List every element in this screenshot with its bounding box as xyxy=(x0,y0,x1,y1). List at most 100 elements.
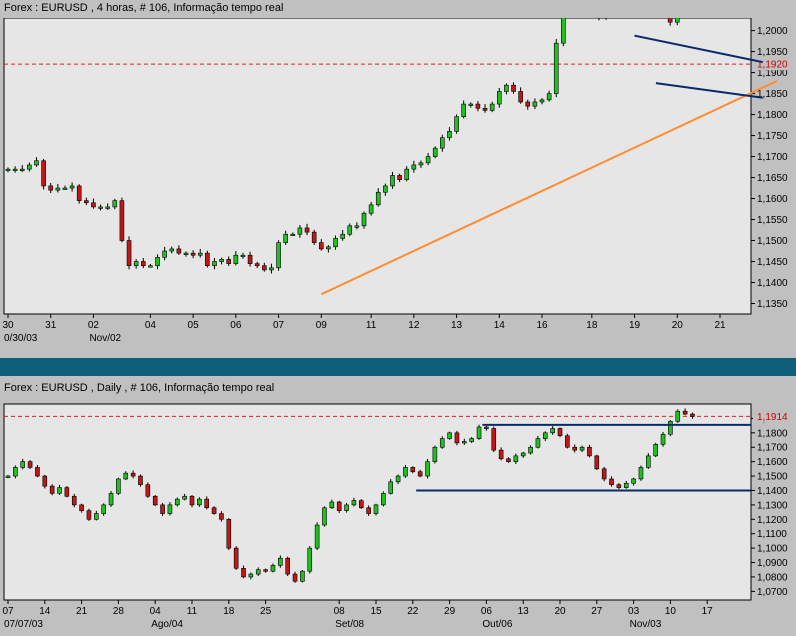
candle-down xyxy=(667,18,673,23)
candle-down xyxy=(76,185,82,201)
candle-up xyxy=(276,242,281,269)
candle-up xyxy=(447,432,452,439)
candle-up xyxy=(539,99,545,103)
candle-down xyxy=(42,475,48,487)
candle-down xyxy=(397,175,402,180)
candle-up xyxy=(212,261,217,267)
candle-up xyxy=(462,441,467,444)
x-tick-label: 21 xyxy=(714,320,726,331)
candle-up xyxy=(383,185,388,193)
candle-up xyxy=(347,225,353,235)
candle-up xyxy=(269,267,274,271)
candle-up xyxy=(197,252,203,256)
candle-up xyxy=(162,250,167,258)
bottom-chart-title: Forex : EURUSD , Daily , # 106, Informaç… xyxy=(4,382,275,394)
candle-up xyxy=(390,175,395,187)
x-tick-label: 28 xyxy=(113,606,125,617)
candle-up xyxy=(333,238,338,248)
x-tick-label: 08 xyxy=(334,606,346,617)
y-tick-label: 1,1300 xyxy=(757,500,788,511)
candle-up xyxy=(69,185,75,189)
candle-down xyxy=(71,495,77,506)
y-tick-label: 1,1700 xyxy=(757,152,788,163)
candle-up xyxy=(255,569,261,575)
x-tick-label: 25 xyxy=(260,606,272,617)
candle-down xyxy=(204,498,210,509)
candle-up xyxy=(579,446,585,451)
candle-down xyxy=(601,468,607,480)
candle-up xyxy=(219,259,224,262)
candle-up xyxy=(300,570,305,582)
y-tick-label: 1,1950 xyxy=(757,47,788,58)
y-tick-label: 1,1500 xyxy=(757,236,788,247)
candle-down xyxy=(86,510,92,520)
candle-down xyxy=(292,573,298,582)
candle-up xyxy=(520,452,526,457)
bottom-candlestick-chart[interactable]: 1,19001,18001,17001,16001,15001,14001,13… xyxy=(0,398,796,636)
candle-down xyxy=(616,484,622,488)
candle-up xyxy=(368,204,374,214)
candle-up xyxy=(344,504,349,511)
x-tick-label: 20 xyxy=(672,320,684,331)
candle-down xyxy=(35,467,40,477)
candle-up xyxy=(631,478,636,484)
candle-down xyxy=(176,248,182,254)
plot-area xyxy=(3,403,752,601)
candle-up xyxy=(283,233,288,243)
x-tick-label: 16 xyxy=(536,320,548,331)
candle-down xyxy=(484,426,489,429)
current-price-label: 1,1914 xyxy=(757,412,788,423)
candle-down xyxy=(247,254,253,264)
candle-down xyxy=(160,504,165,514)
x-tick-label: 29 xyxy=(444,606,456,617)
candle-up xyxy=(240,254,246,258)
top-candlestick-chart[interactable]: 1,20001,19501,19001,18501,18001,17501,17… xyxy=(0,18,796,358)
candle-up xyxy=(197,498,202,506)
x-tick-label: 06 xyxy=(481,606,493,617)
candle-up xyxy=(395,475,401,483)
candle-up xyxy=(403,467,408,477)
candle-down xyxy=(311,231,317,243)
x-date-label: Nov/02 xyxy=(89,333,121,344)
x-tick-label: 03 xyxy=(628,606,640,617)
candle-down xyxy=(475,103,481,109)
candle-up xyxy=(461,103,466,117)
candle-up xyxy=(354,225,360,228)
y-tick-label: 1,1400 xyxy=(757,486,788,497)
candle-up xyxy=(297,227,303,235)
candle-up xyxy=(668,420,673,435)
x-tick-label: 07 xyxy=(2,606,14,617)
x-tick-label: 04 xyxy=(145,320,157,331)
panel-separator[interactable] xyxy=(0,358,796,376)
candle-down xyxy=(48,185,54,191)
candle-up xyxy=(373,504,379,514)
candle-up xyxy=(169,248,175,252)
candle-down xyxy=(140,261,146,267)
y-tick-label: 1,1650 xyxy=(757,173,788,184)
x-tick-label: 04 xyxy=(150,606,162,617)
candle-up xyxy=(27,164,32,170)
x-date-label: Set/08 xyxy=(335,619,364,630)
candle-down xyxy=(482,107,488,111)
candle-up xyxy=(439,438,445,448)
candle-up xyxy=(233,254,239,264)
candle-down xyxy=(565,435,570,448)
y-tick-label: 1,0700 xyxy=(757,587,788,598)
y-tick-label: 1,1600 xyxy=(757,194,788,205)
x-tick-label: 07 xyxy=(273,320,285,331)
x-tick-label: 13 xyxy=(451,320,463,331)
candle-down xyxy=(518,91,523,103)
candle-up xyxy=(418,162,424,166)
x-tick-label: 30 xyxy=(2,320,14,331)
x-date-label: Ago/04 xyxy=(151,619,183,630)
y-tick-label: 1,2000 xyxy=(757,26,788,37)
x-date-label: Nov/03 xyxy=(630,619,662,630)
candle-up xyxy=(388,481,394,494)
y-tick-label: 1,1100 xyxy=(757,529,787,540)
candle-up xyxy=(13,467,18,477)
candle-up xyxy=(123,472,129,480)
candle-up xyxy=(561,18,566,44)
candle-up xyxy=(675,410,681,422)
candle-up xyxy=(148,265,153,268)
candle-down xyxy=(525,101,531,107)
